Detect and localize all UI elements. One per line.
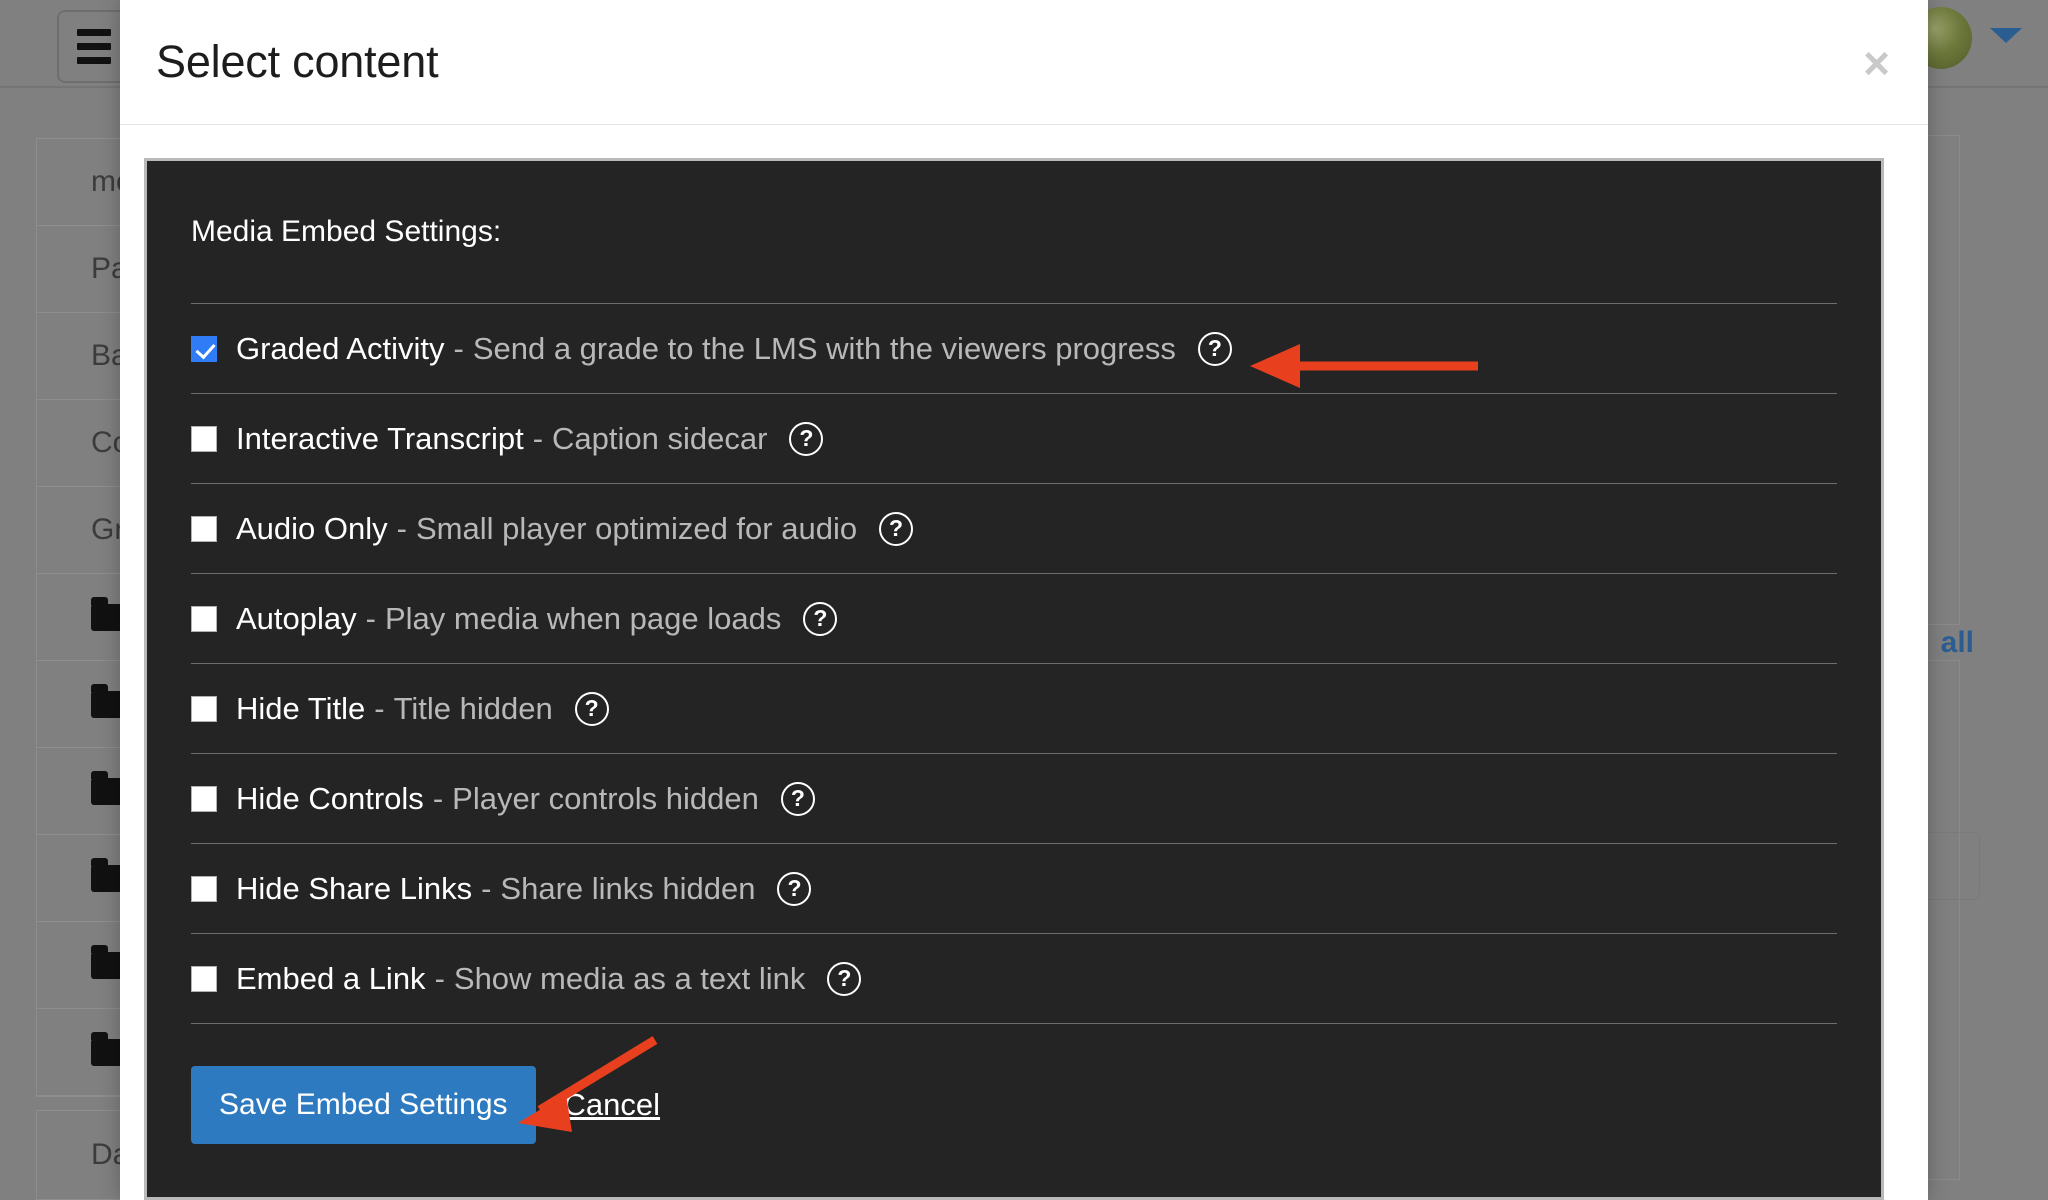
panel-heading: Media Embed Settings: (191, 215, 502, 248)
show-all-link[interactable]: all (1941, 626, 1974, 660)
option-description: Title hidden (393, 690, 553, 726)
option-row-interactive-transcript[interactable]: Interactive Transcript - Caption sidecar… (191, 393, 1837, 483)
checkbox-audio-only[interactable] (191, 515, 217, 542)
help-circle-icon[interactable]: ? (789, 421, 824, 456)
checkbox-graded-activity[interactable] (191, 335, 217, 362)
checkbox-hide-title[interactable] (191, 695, 217, 722)
option-description: Caption sidecar (552, 420, 768, 456)
option-row-hide-title[interactable]: Hide Title - Title hidden ? (191, 663, 1837, 753)
option-separator: - (365, 600, 376, 636)
panel-actions: Save Embed Settings Cancel (191, 1023, 1837, 1144)
help-circle-icon[interactable]: ? (827, 961, 862, 996)
option-description: Show media as a text link (453, 960, 806, 996)
option-label: Graded Activity (236, 330, 445, 366)
checkbox-embed-a-link[interactable] (191, 965, 217, 992)
option-label: Hide Controls (236, 780, 424, 816)
modal-header: Select content × (120, 0, 1928, 125)
option-separator: - (374, 690, 385, 726)
option-description: Small player optimized for audio (415, 510, 858, 546)
option-label: Hide Title (236, 690, 366, 726)
chevron-down-icon[interactable] (1990, 28, 2022, 43)
help-circle-icon[interactable]: ? (780, 781, 815, 816)
option-label: Interactive Transcript (236, 420, 524, 456)
option-separator: - (434, 960, 445, 996)
option-description: Share links hidden (500, 870, 756, 906)
option-separator: - (432, 780, 444, 816)
close-icon[interactable]: × (1863, 40, 1890, 86)
checkbox-hide-controls[interactable] (191, 785, 217, 812)
select-content-modal: Select content × Media Embed Settings: G… (120, 0, 1928, 1200)
page-title: Select content (156, 36, 439, 87)
help-circle-icon[interactable]: ? (777, 871, 812, 906)
save-button[interactable]: Save Embed Settings (191, 1066, 536, 1144)
option-separator: - (453, 330, 464, 366)
option-row-embed-a-link[interactable]: Embed a Link - Show media as a text link… (191, 933, 1837, 1023)
option-description: Player controls hidden (452, 780, 759, 816)
option-label: Autoplay (236, 600, 357, 636)
help-circle-icon[interactable]: ? (803, 601, 838, 636)
option-description: Send a grade to the LMS with the viewers… (472, 330, 1176, 366)
option-separator: - (396, 510, 407, 546)
option-separator: - (532, 420, 544, 456)
checkbox-hide-share-links[interactable] (191, 875, 217, 902)
option-description: Play media when page loads (384, 600, 782, 636)
option-separator: - (481, 870, 492, 906)
help-circle-icon[interactable]: ? (1197, 331, 1232, 366)
option-row-graded-activity[interactable]: Graded Activity - Send a grade to the LM… (191, 303, 1837, 393)
checkbox-autoplay[interactable] (191, 605, 217, 632)
option-row-hide-share-links[interactable]: Hide Share Links - Share links hidden ? (191, 843, 1837, 933)
option-label: Embed a Link (236, 960, 426, 996)
option-row-audio-only[interactable]: Audio Only - Small player optimized for … (191, 483, 1837, 573)
checkbox-interactive-transcript[interactable] (191, 425, 217, 452)
media-embed-settings-panel: Media Embed Settings: Graded Activity - … (144, 158, 1884, 1200)
help-circle-icon[interactable]: ? (574, 691, 609, 726)
option-row-hide-controls[interactable]: Hide Controls - Player controls hidden ? (191, 753, 1837, 843)
option-label: Hide Share Links (236, 870, 473, 906)
help-circle-icon[interactable]: ? (879, 511, 914, 546)
option-row-autoplay[interactable]: Autoplay - Play media when page loads ? (191, 573, 1837, 663)
option-label: Audio Only (236, 510, 388, 546)
cancel-button[interactable]: Cancel (564, 1087, 661, 1123)
